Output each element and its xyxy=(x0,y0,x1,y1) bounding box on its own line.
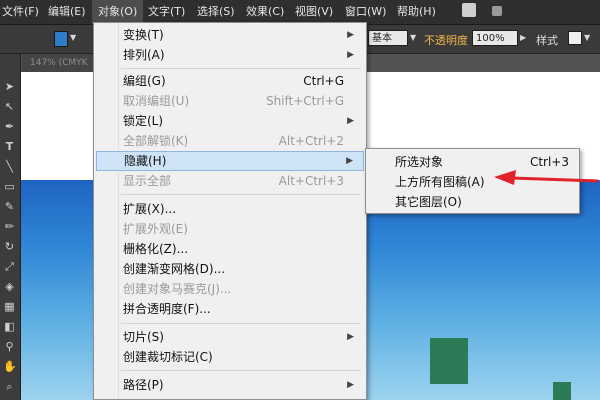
graphic-style-swatch[interactable] xyxy=(568,31,582,45)
menu-separator xyxy=(121,323,361,324)
line-tool-icon[interactable]: ╲ xyxy=(3,160,16,173)
menu-effect[interactable]: 效果(C) xyxy=(246,0,284,24)
menu-type[interactable]: 文字(T) xyxy=(148,0,185,24)
menu-separator xyxy=(121,194,361,195)
rectangle-tool-icon[interactable]: ▭ xyxy=(3,180,16,193)
object-menu-dropdown: 变换(T) ▶ 排列(A) ▶ 编组(G) Ctrl+G 取消编组(U) Shi… xyxy=(93,22,367,400)
menu-edit[interactable]: 编辑(E) xyxy=(48,0,86,24)
chevron-right-icon[interactable]: ▶ xyxy=(520,33,526,42)
menu-item-shortcut: Ctrl+G xyxy=(303,74,344,88)
menu-item-label: 编组(G) xyxy=(123,74,166,88)
menu-item-label: 全部解锁(K) xyxy=(123,134,189,148)
submenu-item-label: 所选对象 xyxy=(395,155,444,169)
stroke-style-select[interactable]: 基本 xyxy=(368,30,408,46)
bridge-icon[interactable] xyxy=(462,3,476,17)
menu-item-arrange[interactable]: 排列(A) ▶ xyxy=(96,45,364,65)
opacity-field[interactable]: 100% xyxy=(472,30,518,46)
menu-item-label: 拼合透明度(F)... xyxy=(123,302,211,316)
zoom-tool-icon[interactable]: ⌕ xyxy=(3,380,16,393)
chevron-down-icon[interactable]: ▼ xyxy=(410,33,416,42)
menu-item-transform[interactable]: 变换(T) ▶ xyxy=(96,25,364,45)
submenu-arrow-icon: ▶ xyxy=(346,156,353,166)
chevron-down-icon[interactable]: ▼ xyxy=(584,33,590,42)
rotate-tool-icon[interactable]: ↻ xyxy=(3,240,16,253)
menu-item-flatten-transparency[interactable]: 拼合透明度(F)... xyxy=(96,299,364,319)
submenu-arrow-icon: ▶ xyxy=(347,332,354,342)
menu-item-unlock-all[interactable]: 全部解锁(K) Alt+Ctrl+2 xyxy=(96,131,364,151)
artwork-rectangle[interactable] xyxy=(430,338,468,384)
menu-item-label: 显示全部 xyxy=(123,174,172,188)
menu-item-shortcut: Shift+Ctrl+G xyxy=(265,94,344,108)
pen-tool-icon[interactable]: ✒ xyxy=(3,120,16,133)
menu-item-create-trim-marks[interactable]: 创建裁切标记(C) xyxy=(96,347,364,367)
shape-builder-tool-icon[interactable]: ◈ xyxy=(3,280,16,293)
menu-item-label: 路径(P) xyxy=(123,378,164,392)
annotation-arrow-icon xyxy=(494,170,599,185)
menu-item-rasterize[interactable]: 栅格化(Z)... xyxy=(96,239,364,259)
menu-item-label: 取消编组(U) xyxy=(123,94,190,108)
menu-item-expand[interactable]: 扩展(X)... xyxy=(96,199,364,219)
menu-item-show-all[interactable]: 显示全部 Alt+Ctrl+3 xyxy=(96,171,364,191)
hand-tool-icon[interactable]: ✋ xyxy=(3,360,17,373)
mesh-tool-icon[interactable]: ▦ xyxy=(3,300,16,313)
menu-view[interactable]: 视图(V) xyxy=(295,0,333,24)
submenu-item-other-layers[interactable]: 其它图层(O) xyxy=(368,192,577,212)
menu-item-slice[interactable]: 切片(S) ▶ xyxy=(96,327,364,347)
menu-separator xyxy=(121,370,361,371)
gradient-tool-icon[interactable]: ◧ xyxy=(3,320,16,333)
menu-item-hide[interactable]: 隐藏(H) ▶ xyxy=(96,151,364,171)
menu-item-create-gradient-mesh[interactable]: 创建渐变网格(D)... xyxy=(96,259,364,279)
menu-item-shortcut: Alt+Ctrl+2 xyxy=(278,134,344,148)
menu-separator xyxy=(121,68,361,69)
arrange-documents-icon[interactable] xyxy=(492,6,502,16)
menu-help[interactable]: 帮助(H) xyxy=(397,0,436,24)
menu-item-label: 切片(S) xyxy=(123,330,164,344)
selection-tool-icon[interactable]: ➤ xyxy=(3,80,16,93)
menu-item-group[interactable]: 编组(G) Ctrl+G xyxy=(96,71,364,91)
style-label: 样式 xyxy=(536,34,558,47)
submenu-arrow-icon: ▶ xyxy=(347,50,354,60)
opacity-label[interactable]: 不透明度 xyxy=(424,32,468,48)
menu-item-path[interactable]: 路径(P) ▶ xyxy=(96,375,364,395)
menu-object[interactable]: 对象(O) xyxy=(92,0,144,24)
scale-tool-icon[interactable]: ⤢ xyxy=(3,260,16,273)
submenu-arrow-icon: ▶ xyxy=(347,30,354,40)
fill-color-swatch[interactable] xyxy=(54,31,68,47)
menu-item-label: 创建对象马赛克(J)... xyxy=(123,282,232,296)
menu-item-label: 扩展外观(E) xyxy=(123,222,188,236)
brush-tool-icon[interactable]: ✎ xyxy=(3,200,16,213)
menu-item-label: 锁定(L) xyxy=(123,114,164,128)
tools-panel: ➤ ↖ ✒ T ╲ ▭ ✎ ✏ ↻ ⤢ ◈ ▦ ◧ ⚲ ✋ ⌕ xyxy=(0,54,21,400)
chevron-down-icon[interactable]: ▼ xyxy=(70,33,76,42)
menu-item-lock[interactable]: 锁定(L) ▶ xyxy=(96,111,364,131)
menu-select[interactable]: 选择(S) xyxy=(197,0,235,24)
menu-item-label: 变换(T) xyxy=(123,28,164,42)
artwork-rectangle[interactable] xyxy=(553,382,571,400)
menu-item-expand-appearance[interactable]: 扩展外观(E) xyxy=(96,219,364,239)
submenu-arrow-icon: ▶ xyxy=(347,380,354,390)
submenu-item-label: 其它图层(O) xyxy=(395,195,462,209)
menu-item-label: 栅格化(Z)... xyxy=(123,242,189,256)
menu-item-label: 创建渐变网格(D)... xyxy=(123,262,226,276)
type-tool-icon[interactable]: T xyxy=(3,140,16,153)
pencil-tool-icon[interactable]: ✏ xyxy=(3,220,16,233)
menu-item-label: 扩展(X)... xyxy=(123,202,177,216)
direct-selection-tool-icon[interactable]: ↖ xyxy=(3,100,16,113)
menu-item-label: 创建裁切标记(C) xyxy=(123,350,213,364)
menu-item-shortcut: Alt+Ctrl+3 xyxy=(278,174,344,188)
menu-item-label: 排列(A) xyxy=(123,48,165,62)
menu-item-label: 隐藏(H) xyxy=(124,154,167,168)
menu-file[interactable]: 文件(F) xyxy=(2,0,39,24)
menu-item-ungroup[interactable]: 取消编组(U) Shift+Ctrl+G xyxy=(96,91,364,111)
submenu-item-label: 上方所有图稿(A) xyxy=(395,175,485,189)
menu-item-create-object-mosaic[interactable]: 创建对象马赛克(J)... xyxy=(96,279,364,299)
submenu-arrow-icon: ▶ xyxy=(347,116,354,126)
eyedropper-tool-icon[interactable]: ⚲ xyxy=(3,340,16,353)
menu-window[interactable]: 窗口(W) xyxy=(345,0,386,24)
